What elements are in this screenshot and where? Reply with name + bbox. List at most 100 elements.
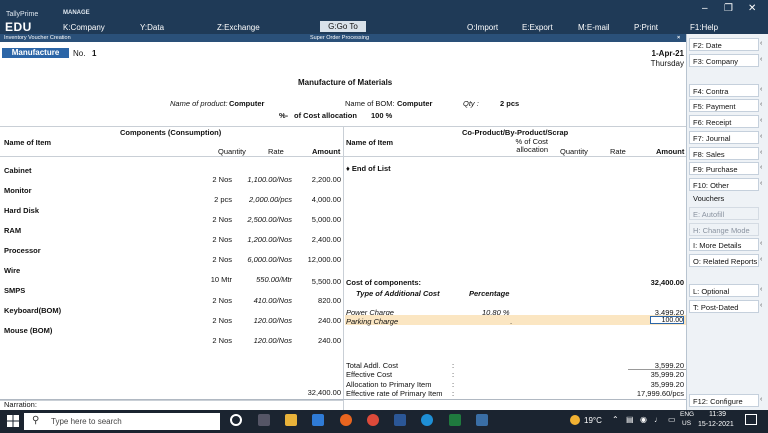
payment-button[interactable]: F5: Payment: [689, 99, 759, 112]
receipt-button[interactable]: F6: Receipt: [689, 115, 759, 128]
item-qty[interactable]: 2 Nos: [188, 175, 232, 184]
menu-export[interactable]: E:Export: [522, 23, 553, 32]
item-name[interactable]: Processor: [4, 246, 41, 255]
item-rate[interactable]: 120.00/Nos: [232, 336, 292, 345]
clock-date[interactable]: 15-12-2021: [698, 421, 734, 428]
sales-button[interactable]: F8: Sales: [689, 147, 759, 160]
company-button[interactable]: F3: Company: [689, 54, 759, 67]
firefox-icon[interactable]: [340, 414, 352, 426]
addl-cost-pct[interactable]: .: [510, 317, 512, 326]
item-amount[interactable]: 240.00: [290, 336, 341, 345]
cortana-icon[interactable]: [230, 414, 242, 426]
item-amount[interactable]: 4,000.00: [290, 195, 341, 204]
clock-time[interactable]: 11:39: [709, 411, 726, 418]
item-name[interactable]: RAM: [4, 226, 21, 235]
item-qty[interactable]: 2 Nos: [188, 215, 232, 224]
file-explorer-icon[interactable]: [285, 414, 297, 426]
item-qty[interactable]: 2 Nos: [188, 235, 232, 244]
subbar-close-icon[interactable]: ×: [677, 34, 680, 42]
item-rate[interactable]: 550.00/Mtr: [232, 275, 292, 284]
menu-exchange[interactable]: Z:Exchange: [217, 23, 260, 32]
menu-help[interactable]: F1:Help: [690, 23, 718, 32]
chevron-up-icon[interactable]: ⌃: [612, 415, 619, 424]
item-qty[interactable]: 2 Nos: [188, 336, 232, 345]
item-name[interactable]: Keyboard(BOM): [4, 306, 61, 315]
taskbar-search[interactable]: ⚲ Type here to search: [24, 413, 220, 430]
language-code[interactable]: ENG: [680, 411, 694, 418]
item-amount[interactable]: 5,000.00: [290, 215, 341, 224]
weather-temp[interactable]: 19°C: [584, 416, 602, 425]
item-rate[interactable]: 6,000.00/Nos: [232, 255, 292, 264]
minimize-icon[interactable]: –: [702, 3, 708, 14]
item-amount[interactable]: 2,400.00: [290, 235, 341, 244]
windows-start-icon[interactable]: [7, 415, 19, 427]
weather-icon[interactable]: [570, 415, 580, 425]
item-amount[interactable]: 240.00: [290, 316, 341, 325]
item-amount[interactable]: 2,200.00: [290, 175, 341, 184]
menu-print[interactable]: P:Print: [634, 23, 658, 32]
journal-button[interactable]: F7: Journal: [689, 131, 759, 144]
menu-email[interactable]: M:E-mail: [578, 23, 610, 32]
notifications-icon[interactable]: [745, 414, 757, 425]
narration-label[interactable]: Narration:: [4, 400, 37, 409]
bom-name[interactable]: Computer: [397, 99, 432, 108]
addl-cost-name[interactable]: Parking Charge: [346, 317, 398, 326]
menu-import[interactable]: O:Import: [467, 23, 498, 32]
voucher-date[interactable]: 1-Apr-21: [620, 49, 684, 58]
item-name[interactable]: Mouse (BOM): [4, 326, 52, 335]
item-rate[interactable]: 1,100.00/Nos: [232, 175, 292, 184]
date-button[interactable]: F2: Date: [689, 38, 759, 51]
item-qty[interactable]: 2 pcs: [188, 195, 232, 204]
mail-icon[interactable]: [312, 414, 324, 426]
item-qty[interactable]: 2 Nos: [188, 316, 232, 325]
item-amount[interactable]: 5,500.00: [290, 277, 341, 286]
chrome-icon[interactable]: [367, 414, 379, 426]
maximize-icon[interactable]: ❐: [724, 3, 733, 14]
item-rate[interactable]: 410.00/Nos: [232, 296, 292, 305]
product-name[interactable]: Computer: [229, 99, 264, 108]
menu-data[interactable]: Y:Data: [140, 23, 164, 32]
item-amount[interactable]: 12,000.00: [290, 255, 341, 264]
battery-icon[interactable]: ▭: [668, 415, 676, 424]
product-qty[interactable]: 2 pcs: [500, 99, 519, 108]
cost-alloc-value[interactable]: 100 %: [371, 111, 392, 120]
item-name[interactable]: SMPS: [4, 286, 25, 295]
item-rate[interactable]: 1,200.00/Nos: [232, 235, 292, 244]
item-qty[interactable]: 10 Mtr: [188, 275, 232, 284]
addl-cost-amount-input[interactable]: 100.00: [650, 316, 684, 324]
contra-button[interactable]: F4: Contra: [689, 84, 759, 97]
optional-button[interactable]: L: Optional: [689, 284, 759, 297]
item-qty[interactable]: 2 Nos: [188, 296, 232, 305]
task-view-icon[interactable]: [258, 414, 270, 426]
voucher-type-badge[interactable]: Manufacture: [2, 48, 69, 58]
other-vouchers-button[interactable]: F10: Other Vouchers: [689, 178, 759, 203]
more-details-button[interactable]: I: More Details: [689, 238, 759, 251]
post-dated-button[interactable]: T: Post-Dated: [689, 300, 759, 313]
menu-company[interactable]: K:Company: [63, 23, 105, 32]
purchase-button[interactable]: F9: Purchase: [689, 162, 759, 175]
close-icon[interactable]: ✕: [748, 3, 756, 14]
item-name[interactable]: Cabinet: [4, 166, 32, 175]
related-reports-button[interactable]: O: Related Reports: [689, 254, 759, 267]
configure-button[interactable]: F12: Configure: [689, 394, 759, 407]
item-name[interactable]: Hard Disk: [4, 206, 39, 215]
wifi-icon[interactable]: ◉: [640, 415, 647, 424]
tally-icon[interactable]: [476, 414, 488, 426]
item-rate[interactable]: 2,000.00/pcs: [232, 195, 292, 204]
language-region[interactable]: US: [682, 420, 691, 427]
item-rate[interactable]: 120.00/Nos: [232, 316, 292, 325]
network-icon[interactable]: ▤: [626, 415, 634, 424]
item-amount[interactable]: 820.00: [290, 296, 341, 305]
item-rate[interactable]: 2,500.00/Nos: [232, 215, 292, 224]
word-icon[interactable]: [394, 414, 406, 426]
coproduct-col-name: Name of Item: [346, 138, 394, 147]
autofill-button[interactable]: E: Autofill: [689, 207, 759, 220]
goto-button[interactable]: G:Go To: [320, 21, 366, 32]
change-mode-button[interactable]: H: Change Mode: [689, 223, 759, 236]
item-name[interactable]: Monitor: [4, 186, 32, 195]
volume-icon[interactable]: ♩: [654, 415, 662, 424]
edge-icon[interactable]: [421, 414, 433, 426]
excel-icon[interactable]: [449, 414, 461, 426]
item-qty[interactable]: 2 Nos: [188, 255, 232, 264]
item-name[interactable]: Wire: [4, 266, 20, 275]
